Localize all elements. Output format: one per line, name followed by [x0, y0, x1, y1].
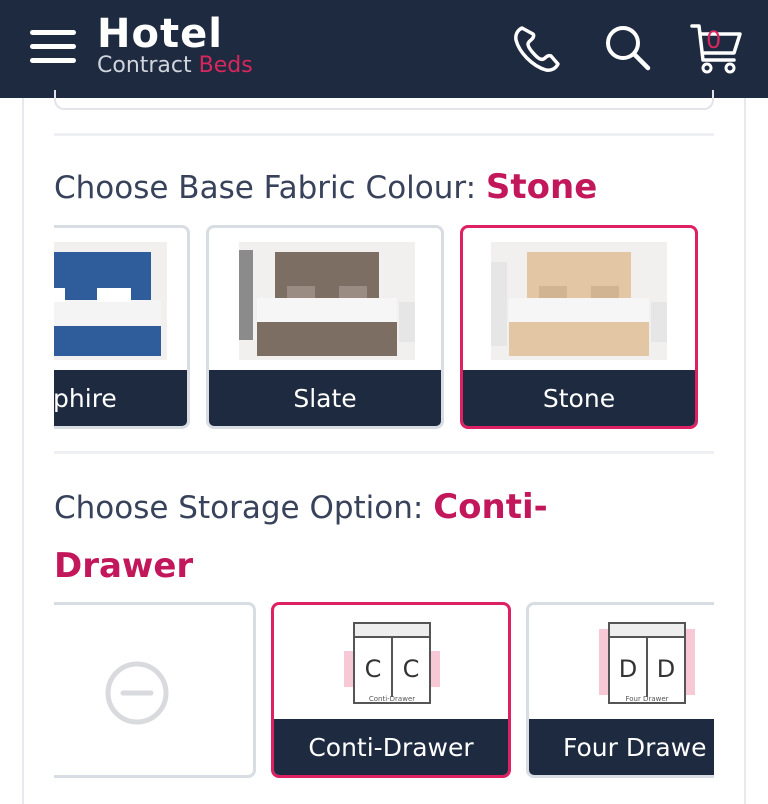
cart-count: 0 — [706, 26, 722, 54]
fabric-option-label: Slate — [209, 370, 441, 426]
divider — [54, 133, 714, 136]
svg-text:D: D — [657, 655, 675, 683]
bed-image — [491, 242, 667, 360]
fabric-option-stone[interactable]: Stone — [460, 225, 698, 429]
fabric-option-slate[interactable]: Slate — [206, 225, 444, 429]
divider — [54, 451, 714, 454]
svg-text:D: D — [619, 655, 637, 683]
svg-text:C: C — [365, 655, 382, 683]
previous-field-box — [54, 90, 714, 110]
site-logo[interactable]: Hotel Contract Beds — [97, 12, 253, 78]
fabric-option-label: Stone — [463, 370, 695, 426]
storage-option-label: Conti-Drawer — [274, 719, 508, 775]
svg-text:Conti-Drawer: Conti-Drawer — [369, 695, 415, 703]
storage-option-conti-drawer[interactable]: C C Conti-Drawer Conti-Drawer — [271, 602, 511, 778]
conti-drawer-icon: C C Conti-Drawer — [344, 622, 440, 704]
none-icon — [105, 661, 169, 725]
search-icon[interactable] — [600, 20, 656, 76]
menu-icon[interactable] — [30, 30, 76, 64]
storage-option-none[interactable] — [54, 602, 256, 778]
storage-option-label: Four Drawe — [529, 719, 714, 775]
logo-main: Hotel — [97, 11, 223, 57]
svg-text:Four Drawer: Four Drawer — [625, 695, 668, 703]
phone-icon[interactable] — [510, 20, 566, 76]
fabric-carousel[interactable]: pphire Slate — [54, 225, 714, 435]
site-header: Hotel Contract Beds 0 — [0, 0, 768, 98]
fabric-section-title: Choose Base Fabric Colour: Stone — [54, 167, 598, 207]
bed-image — [239, 242, 415, 360]
fabric-selected-value: Stone — [485, 167, 598, 207]
svg-text:C: C — [403, 655, 420, 683]
storage-section-title: Choose Storage Option: Conti-Drawer — [54, 487, 548, 586]
fabric-option-sapphire[interactable]: pphire — [54, 225, 190, 429]
logo-sub: Contract Beds — [97, 53, 253, 78]
storage-carousel[interactable]: C C Conti-Drawer Conti-Drawer D D Four D… — [54, 600, 714, 804]
fabric-option-label: pphire — [54, 370, 187, 426]
four-drawer-icon: D D Four Drawer — [599, 622, 695, 704]
storage-option-four-drawer[interactable]: D D Four Drawer Four Drawe — [526, 602, 714, 778]
bed-image — [54, 242, 167, 360]
